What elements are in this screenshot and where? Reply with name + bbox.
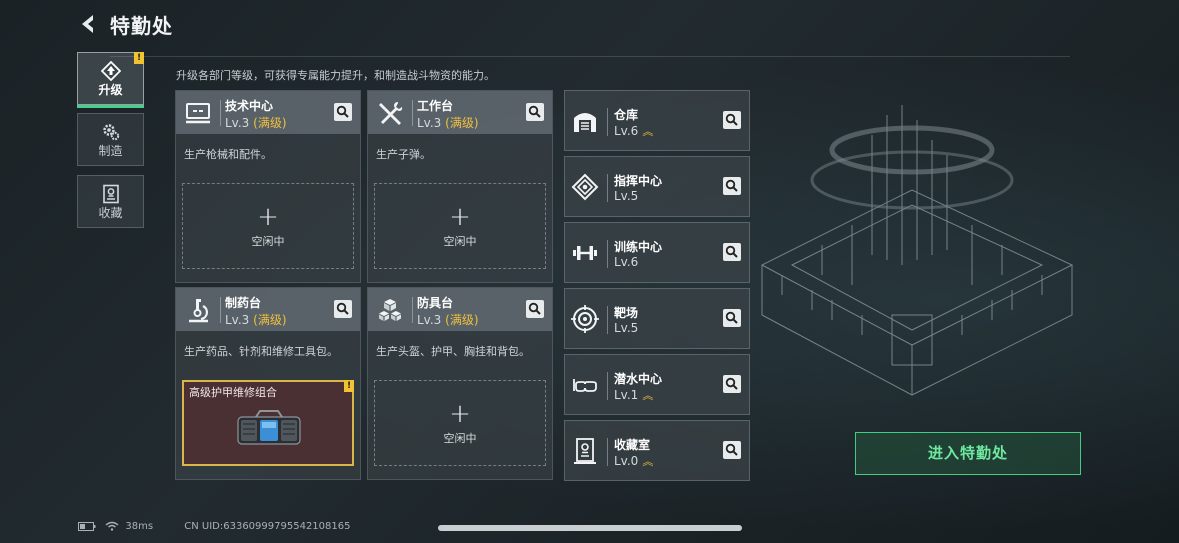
wifi-icon (105, 521, 119, 531)
enter-special-ops-button[interactable]: 进入特勤处 (855, 432, 1081, 475)
add-production-icon: + (449, 202, 471, 232)
department-level: Lv.3 (满级) (417, 313, 479, 327)
production-slot-idle[interactable]: + 空闲中 (182, 183, 354, 269)
upgrade-available-icon: ︽ (642, 389, 653, 402)
home-indicator[interactable] (438, 525, 742, 531)
facility-warehouse[interactable]: 仓库 Lv.6 ︽ (564, 90, 750, 151)
header-divider (110, 56, 1070, 57)
department-level: Lv.3 (满级) (225, 116, 287, 130)
search-icon[interactable] (723, 309, 741, 327)
facility-level: Lv.6 ︽ (614, 124, 653, 138)
page-description: 升级各部门等级，可获得专属能力提升，和制造战斗物资的能力。 (176, 69, 495, 82)
facility-name: 靶场 (614, 306, 639, 320)
production-slot-idle[interactable]: + 空闲中 (374, 183, 546, 269)
slot-status: 空闲中 (443, 432, 477, 445)
department-level: Lv.3 (满级) (417, 116, 479, 130)
upgrade-available-icon: ︽ (642, 125, 653, 138)
crafting-alert-badge: ! (344, 380, 354, 392)
crafting-item-name: 高级护甲维修组合 (189, 386, 277, 399)
department-name: 工作台 (417, 99, 454, 113)
tab-craft[interactable]: 制造 (77, 113, 144, 166)
search-icon[interactable] (723, 111, 741, 129)
pharmacy-microscope-icon (189, 299, 208, 323)
dumbbell-icon (573, 246, 597, 260)
upgrade-icon (101, 61, 121, 81)
battery-icon (78, 521, 96, 531)
armor-cubes-icon (379, 299, 401, 321)
department-card-tech-center[interactable]: 技术中心 Lv.3 (满级) 生产枪械和配件。 + 空闲中 (175, 90, 361, 283)
tech-center-icon (186, 103, 210, 124)
search-icon[interactable] (334, 103, 352, 121)
department-level: Lv.3 (满级) (225, 313, 287, 327)
facility-shooting-range[interactable]: 靶场 Lv.5 (564, 288, 750, 349)
collection-icon (103, 184, 119, 204)
slot-status: 空闲中 (251, 235, 285, 248)
active-tab-underline (77, 105, 144, 108)
department-description: 生产药品、针剂和维修工具包。 (184, 345, 338, 358)
search-icon[interactable] (723, 375, 741, 393)
department-description: 生产子弹。 (376, 148, 431, 161)
department-card-armor[interactable]: 防具台 Lv.3 (满级) 生产头盔、护甲、胸挂和背包。 + 空闲中 (367, 287, 553, 480)
facility-training-center[interactable]: 训练中心 Lv.6 (564, 222, 750, 283)
search-icon[interactable] (723, 177, 741, 195)
department-name: 制药台 (225, 296, 262, 310)
search-icon[interactable] (526, 103, 544, 121)
department-name: 防具台 (417, 296, 454, 310)
slot-status: 空闲中 (443, 235, 477, 248)
tab-craft-label: 制造 (98, 144, 123, 158)
department-description: 生产枪械和配件。 (184, 148, 272, 161)
facility-name: 指挥中心 (614, 174, 663, 188)
headquarters-wireframe-illustration (760, 105, 1074, 396)
search-icon[interactable] (334, 300, 352, 318)
search-icon[interactable] (723, 243, 741, 261)
tab-upgrade-label: 升级 (98, 83, 123, 97)
facility-name: 潜水中心 (614, 372, 663, 386)
search-icon[interactable] (526, 300, 544, 318)
department-card-workbench[interactable]: 工作台 Lv.3 (满级) 生产子弹。 + 空闲中 (367, 90, 553, 283)
page-title: 特勤处 (110, 14, 173, 38)
facility-level: Lv.0 ︽ (614, 454, 653, 468)
search-icon[interactable] (723, 441, 741, 459)
target-icon (571, 305, 599, 333)
user-uid: CN UID:633609997955421081​65 (184, 521, 351, 532)
facility-level: Lv.6 (614, 255, 639, 269)
department-card-pharmacy[interactable]: 制药台 Lv.3 (满级) 生产药品、针剂和维修工具包。 高级护甲维修组合 ! (175, 287, 361, 480)
facility-name: 仓库 (614, 108, 639, 122)
facility-level: Lv.1 ︽ (614, 388, 653, 402)
tab-collection-label: 收藏 (98, 206, 123, 220)
facility-name: 收藏室 (614, 438, 651, 452)
facility-level: Lv.5 (614, 321, 639, 335)
upgrade-available-icon: ︽ (642, 455, 653, 468)
production-slot-crafting[interactable]: 高级护甲维修组合 ! (182, 380, 354, 466)
department-name: 技术中心 (225, 99, 274, 113)
facility-name: 训练中心 (614, 240, 663, 254)
facility-level: Lv.5 (614, 189, 639, 203)
add-production-icon: + (257, 202, 279, 232)
facility-command-center[interactable]: 指挥中心 Lv.5 (564, 156, 750, 217)
ping-value: 38ms (125, 521, 154, 532)
department-description: 生产头盔、护甲、胸挂和背包。 (376, 345, 530, 358)
status-bar: 38ms CN UID:633609997955421081​65 (78, 521, 350, 532)
warehouse-icon (574, 113, 596, 132)
back-arrow-icon[interactable] (78, 13, 100, 35)
add-production-icon: + (449, 399, 471, 429)
armor-repair-kit-icon (237, 410, 301, 445)
tab-collection[interactable]: 收藏 (77, 175, 144, 228)
command-center-icon (571, 173, 599, 201)
collection-room-icon (574, 438, 596, 464)
craft-gears-icon (103, 124, 120, 141)
facility-collection-room[interactable]: 收藏室 Lv.0 ︽ (564, 420, 750, 481)
production-slot-idle[interactable]: + 空闲中 (374, 380, 546, 466)
facility-diving-center[interactable]: 潜水中心 Lv.1 ︽ (564, 354, 750, 415)
diving-goggles-icon (573, 379, 597, 392)
tab-upgrade-alert-badge: ! (134, 52, 144, 64)
workbench-tools-icon (379, 102, 403, 125)
